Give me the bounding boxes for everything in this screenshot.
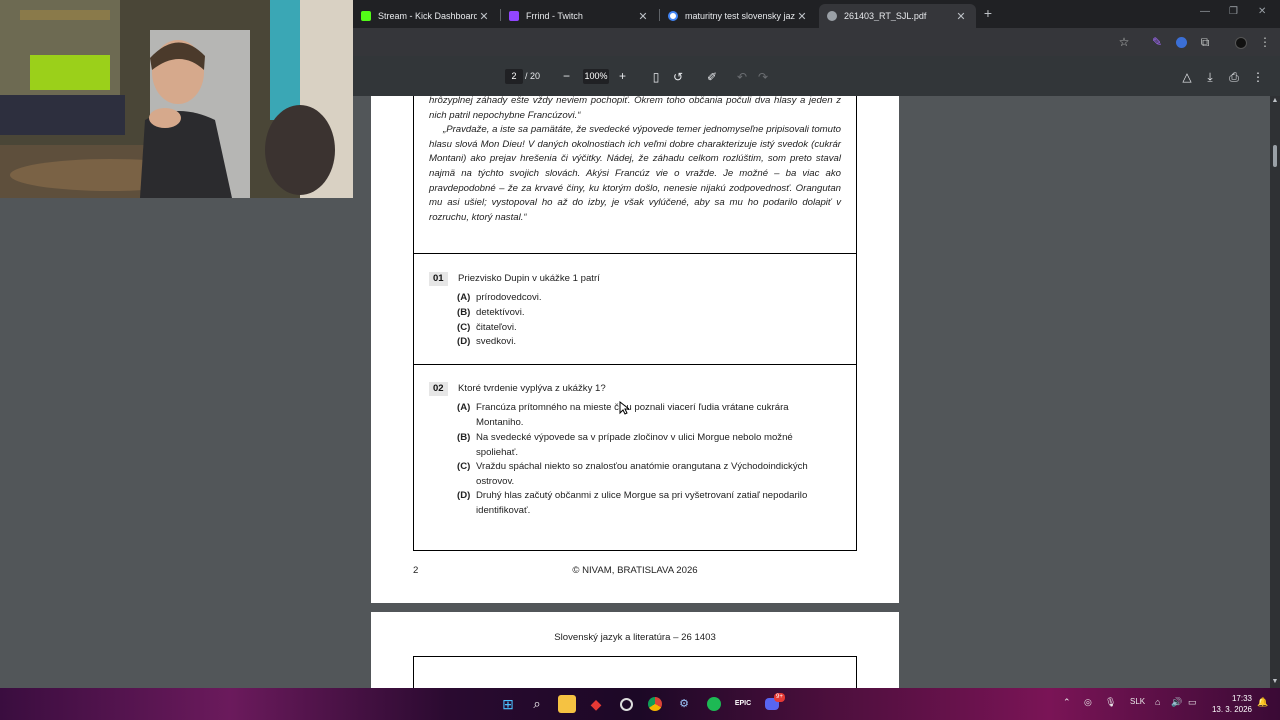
question-number: 01 — [429, 272, 448, 286]
volume-icon[interactable]: 🔊 — [1171, 697, 1182, 708]
question-number: 02 — [429, 382, 448, 396]
battery-icon[interactable]: ▭ — [1188, 697, 1197, 708]
scroll-down-icon[interactable]: ▼ — [1270, 678, 1280, 685]
tray-expand-icon[interactable]: ⌃ — [1063, 697, 1071, 708]
question-text: Priezvisko Dupin v ukážke 1 patrí — [458, 273, 600, 284]
close-icon[interactable]: ✕ — [477, 10, 491, 23]
extension-blue-icon[interactable] — [1172, 33, 1190, 51]
answer-option: (B) detektívovi. — [457, 307, 525, 318]
steam-icon[interactable]: ⚙ — [675, 695, 693, 713]
webcam-overlay — [0, 0, 353, 198]
answer-option: (C) Vraždu spáchal niekto so znalosťou an… — [457, 461, 808, 487]
notification-icon[interactable]: 🔔 — [1257, 697, 1268, 708]
zoom-out-button[interactable]: − — [563, 67, 570, 85]
clock[interactable]: 17:33 13. 3. 2026 — [1206, 693, 1252, 715]
maximize-icon[interactable]: ❐ — [1229, 6, 1238, 17]
fit-page-icon[interactable]: ▯ — [648, 69, 664, 85]
passage-paragraph: „Pravdaže, a iste sa pamätáte, že svedec… — [429, 124, 841, 223]
extensions-puzzle-icon[interactable]: ⧉ — [1196, 33, 1214, 51]
google-icon — [668, 11, 678, 21]
answer-option: (B) Na svedecké výpovede sa v prípade zlo… — [457, 432, 793, 458]
zoom-level-input[interactable]: 100% — [583, 69, 609, 84]
scroll-up-icon[interactable]: ▲ — [1270, 97, 1280, 104]
close-icon[interactable]: ✕ — [954, 10, 968, 23]
pdf-menu-icon[interactable]: ⋮ — [1250, 69, 1266, 85]
drive-save-icon[interactable]: △ — [1179, 69, 1195, 85]
answer-option: (C) čitateľovi. — [457, 322, 517, 333]
download-icon[interactable]: ⤓ — [1202, 69, 1218, 85]
passage-text: hrôzyplnej záhady ešte vždy neviem pocho… — [429, 96, 841, 225]
extension-pen-icon[interactable]: ✎ — [1148, 33, 1166, 51]
clock-date: 13. 3. 2026 — [1211, 705, 1252, 714]
tray-app-icon[interactable]: ◎ — [1084, 697, 1092, 708]
tab-twitch[interactable]: Frrind - Twitch ✕ — [501, 4, 658, 28]
bookmark-star-icon[interactable]: ☆ — [1115, 33, 1133, 51]
close-icon[interactable]: ✕ — [636, 10, 650, 23]
profile-avatar-icon[interactable] — [1232, 33, 1250, 51]
minimize-icon[interactable]: — — [1200, 6, 1210, 17]
browser-menu-icon[interactable]: ⋮ — [1256, 33, 1274, 51]
undo-icon[interactable]: ↶ — [734, 69, 750, 85]
search-icon[interactable]: ⌕ — [528, 695, 546, 713]
print-icon[interactable]: ⎙ — [1226, 69, 1242, 85]
scrollbar-thumb[interactable] — [1273, 145, 1277, 167]
vertical-scrollbar[interactable]: ▲ ▼ — [1270, 96, 1280, 688]
taskbar: ⊞ ⌕ ◆ ⚙ EPIC 9+ ⌃ ◎ 🎙 SLK ⌂ 🔊 ▭ 🔔 — [0, 688, 1280, 720]
zoom-in-button[interactable]: + — [619, 67, 626, 85]
page-number-input[interactable]: 2 — [505, 69, 523, 84]
mouse-cursor — [619, 401, 629, 415]
kick-icon — [361, 11, 371, 21]
page-3-frame — [413, 656, 857, 688]
page-total: / 20 — [525, 71, 541, 81]
clock-time: 17:33 — [1231, 694, 1252, 703]
network-icon[interactable]: ⌂ — [1155, 697, 1160, 707]
epic-games-icon[interactable]: EPIC — [734, 695, 752, 713]
language-indicator[interactable]: SLK — [1130, 697, 1145, 706]
pdf-page-2: hrôzyplnej záhady ešte vždy neviem pocho… — [371, 96, 899, 603]
redo-icon[interactable]: ↷ — [755, 69, 771, 85]
pdf-page-3: Slovenský jazyk a literatúra – 26 1403 — [371, 612, 899, 688]
chrome-icon[interactable] — [646, 695, 664, 713]
tab-pdf-active[interactable]: 261403_RT_SJL.pdf ✕ — [819, 4, 976, 28]
answer-option: (A) prírodovedcovi. — [457, 292, 542, 303]
tab-kick-dashboard[interactable]: Stream - Kick Dashboard ✕ — [353, 4, 499, 28]
chatgpt-icon[interactable] — [617, 695, 635, 713]
page-header: Slovenský jazyk a literatúra – 26 1403 — [554, 632, 716, 643]
answer-option: (D) Druhý hlas začutý občanmi z ulice Mor… — [457, 490, 808, 516]
new-tab-button[interactable]: + — [981, 5, 995, 21]
passage-paragraph: hrôzyplnej záhady ešte vždy neviem pocho… — [429, 96, 841, 121]
tab-google-search[interactable]: maturitny test slovensky jazyk ✕ — [660, 4, 817, 28]
microphone-icon[interactable]: 🎙 — [1105, 697, 1116, 708]
answer-option: (A) Francúza prítomného na mieste činu po… — [457, 402, 789, 428]
windows-start-icon[interactable]: ⊞ — [499, 695, 517, 713]
window-close-icon[interactable]: ✕ — [1258, 6, 1266, 17]
file-explorer-icon[interactable] — [558, 695, 576, 713]
rotate-icon[interactable]: ↺ — [670, 69, 686, 85]
red-app-icon[interactable]: ◆ — [587, 695, 605, 713]
screen: Stream - Kick Dashboard ✕ Frrind - Twitc… — [0, 0, 1280, 720]
twitch-icon — [509, 11, 519, 21]
webcam-scene — [0, 0, 353, 198]
answer-option: (D) svedkovi. — [457, 336, 516, 347]
annotate-icon[interactable]: ✐ — [704, 69, 720, 85]
copyright-footer: © NIVAM, BRATISLAVA 2026 — [572, 565, 698, 576]
discord-badge: 9+ — [774, 693, 785, 702]
question-text: Ktoré tvrdenie vyplýva z ukážky 1? — [458, 383, 606, 394]
close-icon[interactable]: ✕ — [795, 10, 809, 23]
spotify-icon[interactable] — [705, 695, 723, 713]
pdf-globe-icon — [827, 11, 837, 21]
